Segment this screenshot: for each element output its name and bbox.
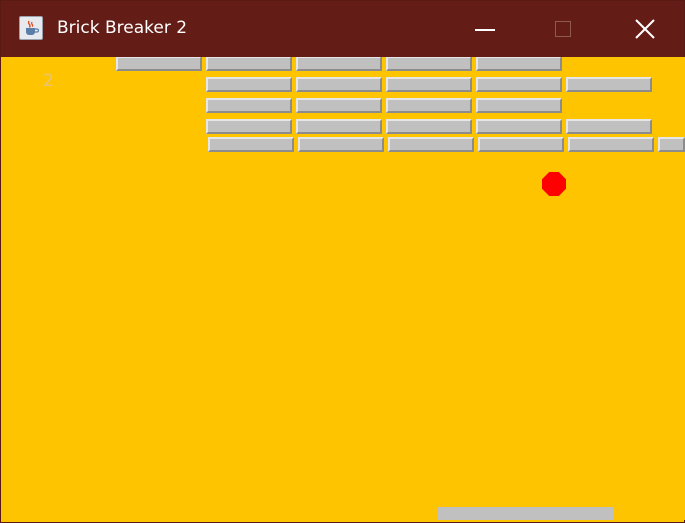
brick xyxy=(388,137,474,152)
score-display: 2 xyxy=(43,71,54,91)
brick xyxy=(476,98,562,113)
brick xyxy=(206,57,292,71)
java-cup-icon xyxy=(19,16,43,40)
brick xyxy=(566,119,652,134)
brick xyxy=(476,57,562,71)
brick xyxy=(206,98,292,113)
brick xyxy=(658,137,685,152)
window-title: Brick Breaker 2 xyxy=(57,18,188,38)
brick xyxy=(386,98,472,113)
close-button[interactable] xyxy=(617,1,673,57)
brick xyxy=(386,119,472,134)
brick xyxy=(568,137,654,152)
brick xyxy=(116,57,202,71)
paddle[interactable] xyxy=(438,507,614,520)
brick xyxy=(296,119,382,134)
ball xyxy=(542,172,566,196)
maximize-icon xyxy=(555,21,571,37)
brick xyxy=(476,77,562,92)
brick xyxy=(206,77,292,92)
brick xyxy=(208,137,294,152)
close-icon xyxy=(635,19,655,39)
brick xyxy=(566,77,652,92)
title-bar[interactable]: Brick Breaker 2 xyxy=(1,1,684,57)
maximize-button[interactable] xyxy=(535,1,591,57)
game-window: Brick Breaker 2 2 xyxy=(0,0,685,523)
minimize-icon xyxy=(475,29,495,31)
brick xyxy=(478,137,564,152)
brick xyxy=(296,57,382,71)
brick xyxy=(206,119,292,134)
brick xyxy=(298,137,384,152)
minimize-button[interactable] xyxy=(457,1,513,57)
brick xyxy=(296,98,382,113)
brick xyxy=(386,57,472,71)
brick xyxy=(476,119,562,134)
brick xyxy=(296,77,382,92)
brick xyxy=(386,77,472,92)
game-board[interactable]: 2 xyxy=(5,57,685,520)
